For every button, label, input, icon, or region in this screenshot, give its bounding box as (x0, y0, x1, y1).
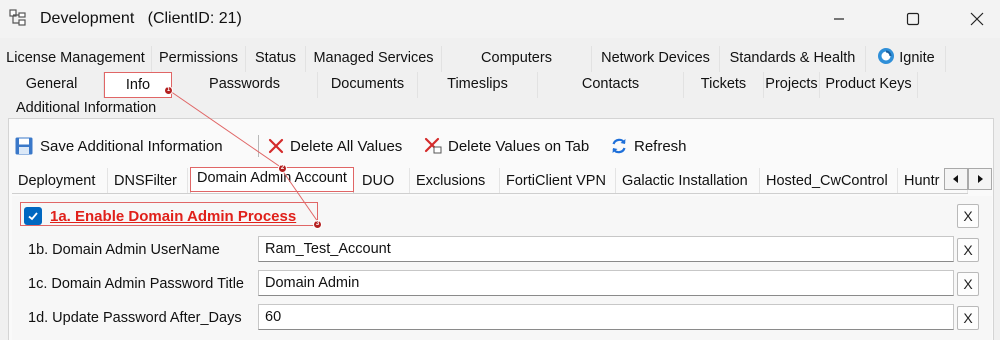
annotation-marker-3: 3 (313, 220, 322, 229)
tab-documents[interactable]: Documents (318, 72, 418, 98)
ignite-icon (878, 48, 895, 64)
tab-scroll-buttons (944, 168, 992, 190)
refresh-icon (612, 138, 626, 154)
maximize-button[interactable] (890, 4, 936, 34)
tree-icon (8, 8, 28, 28)
update-password-days-label: 1d. Update Password After_Days (28, 310, 242, 326)
tab-standards-health[interactable]: Standards & Health (720, 46, 866, 72)
admin-username-field[interactable]: Ram_Test_Account (258, 236, 954, 262)
tab-info[interactable]: Info (104, 72, 172, 98)
group-label: Additional Information (14, 100, 159, 116)
subtab-hosted-cwcontrol[interactable]: Hosted_CwControl (760, 168, 898, 193)
sub-tab-strip: Deployment DNSFilter Domain Admin Accoun… (12, 168, 968, 194)
clear-password-title-button[interactable]: X (957, 272, 979, 296)
tab-product-keys[interactable]: Product Keys (820, 72, 918, 98)
enable-domain-admin-row: 1a. Enable Domain Admin Process (24, 205, 296, 227)
toolbar: Save Additional Information Delete All V… (12, 131, 992, 161)
triangle-right-icon (978, 175, 983, 183)
close-button[interactable] (954, 4, 1000, 34)
subtab-duo[interactable]: DUO (356, 168, 410, 193)
delete-icon (268, 138, 284, 154)
admin-password-title-field[interactable]: Domain Admin (258, 270, 954, 296)
tab-network-devices[interactable]: Network Devices (592, 46, 720, 72)
window-title: Development (ClientID: 21) (40, 10, 242, 27)
subtab-dnsfilter[interactable]: DNSFilter (108, 168, 188, 193)
delete-all-button[interactable]: Delete All Values (268, 131, 402, 161)
annotation-marker-2: 2 (278, 164, 287, 173)
delete-tab-values-button[interactable]: Delete Values on Tab (424, 131, 589, 161)
annotation-marker-1: 1 (164, 86, 173, 95)
clear-username-button[interactable]: X (957, 238, 979, 262)
subtab-domain-admin-account[interactable]: Domain Admin Account (190, 168, 354, 193)
maximize-icon (906, 12, 920, 26)
tab-permissions[interactable]: Permissions (152, 46, 246, 72)
tab-ignite[interactable]: Ignite (866, 46, 946, 72)
refresh-button[interactable]: Refresh (610, 131, 687, 161)
close-icon (970, 12, 984, 26)
minimize-icon (834, 18, 844, 20)
admin-password-title-label: 1c. Domain Admin Password Title (28, 276, 244, 292)
title-bar: Development (ClientID: 21) (0, 0, 1000, 38)
admin-username-label: 1b. Domain Admin UserName (28, 242, 220, 258)
subtab-exclusions[interactable]: Exclusions (410, 168, 500, 193)
toolbar-divider (258, 135, 259, 157)
save-button[interactable]: Save Additional Information (14, 131, 223, 161)
tab-status[interactable]: Status (246, 46, 306, 72)
tab-computers[interactable]: Computers (442, 46, 592, 72)
tab-managed-services[interactable]: Managed Services (306, 46, 442, 72)
tab-general[interactable]: General (0, 72, 104, 98)
tab-license-management[interactable]: License Management (0, 46, 152, 72)
tab-projects[interactable]: Projects (764, 72, 820, 98)
tab-row-top: License Management Permissions Status Ma… (0, 46, 1000, 72)
subtab-forticlient-vpn[interactable]: FortiClient VPN (500, 168, 616, 193)
tab-tickets[interactable]: Tickets (684, 72, 764, 98)
triangle-left-icon (953, 175, 958, 183)
clear-update-days-button[interactable]: X (957, 306, 979, 330)
subtab-deployment[interactable]: Deployment (12, 168, 108, 193)
tab-timeslips[interactable]: Timeslips (418, 72, 538, 98)
save-icon (15, 137, 33, 155)
tab-contacts[interactable]: Contacts (538, 72, 684, 98)
enable-domain-admin-checkbox[interactable] (24, 207, 42, 225)
subtab-galactic-installation[interactable]: Galactic Installation (616, 168, 760, 193)
checkmark-icon (28, 212, 38, 221)
tab-row-bottom: General Info Passwords Documents Timesli… (0, 72, 1000, 98)
delete-tab-icon (424, 137, 442, 154)
update-password-days-field[interactable]: 60 (258, 304, 954, 330)
clear-enable-button[interactable]: X (957, 204, 979, 228)
scroll-right-button[interactable] (968, 168, 992, 190)
minimize-button[interactable] (816, 4, 862, 34)
enable-domain-admin-label: 1a. Enable Domain Admin Process (50, 207, 297, 225)
scroll-left-button[interactable] (944, 168, 968, 190)
tab-passwords[interactable]: Passwords (172, 72, 318, 98)
